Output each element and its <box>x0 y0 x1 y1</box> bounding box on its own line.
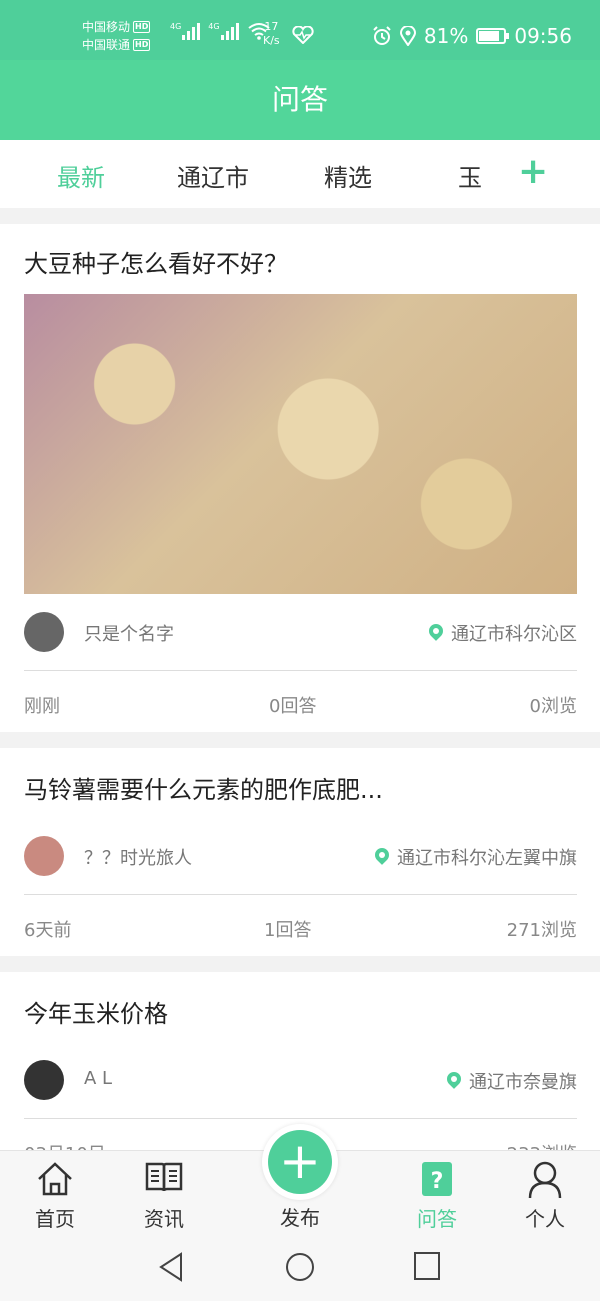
status-right: 81% 09:56 <box>372 24 572 48</box>
system-nav <box>0 1230 600 1301</box>
page-title: 问答 <box>0 60 600 140</box>
person-icon <box>528 1161 562 1199</box>
location-text: 通辽市奈曼旗 <box>469 1072 577 1093</box>
nav-home[interactable]: 首页 <box>15 1151 95 1231</box>
signal-icon: 4G <box>208 22 239 40</box>
location-text: 通辽市科尔沁区 <box>451 624 577 645</box>
avatar[interactable] <box>24 1060 64 1100</box>
location: 通辽市奈曼旗 <box>447 1068 577 1094</box>
view-count: 0浏览 <box>529 696 577 717</box>
nav-qa[interactable]: ? 问答 <box>397 1151 477 1231</box>
author-name: 只是个名字 <box>84 624 174 645</box>
hd-badge: HD <box>133 39 151 51</box>
author-row: ？？时光旅人 通辽市科尔沁左翼中旗 <box>24 836 577 878</box>
battery-percent: 81% <box>423 24 469 48</box>
question-title: 大豆种子怎么看好不好？ <box>24 250 288 278</box>
nav-profile-label: 个人 <box>525 1207 565 1231</box>
add-tab-button[interactable]: + <box>518 150 548 194</box>
nav-profile[interactable]: 个人 <box>505 1151 585 1231</box>
avatar[interactable] <box>24 836 64 876</box>
author-row: A L 通辽市奈曼旗 <box>24 1060 577 1102</box>
carrier-info: 中国移动 HD 中国联通 HD <box>82 18 151 54</box>
svg-text:?: ? <box>431 1169 444 1194</box>
divider <box>24 1118 577 1119</box>
home-circle-icon[interactable] <box>285 1252 315 1282</box>
divider <box>24 670 577 671</box>
signal-icons: 4G 4G <box>170 22 271 40</box>
carrier-1: 中国移动 <box>82 20 131 34</box>
author-name: A L <box>84 1068 113 1089</box>
post-time: 刚刚 <box>24 696 60 717</box>
recents-icon[interactable] <box>414 1252 440 1280</box>
back-icon[interactable] <box>158 1252 184 1282</box>
network-speed: 17 K/s <box>263 20 280 47</box>
category-tabs: 最新 通辽市 精选 玉 + <box>0 140 600 208</box>
publish-button[interactable]: + <box>262 1124 338 1200</box>
question-title: 马铃薯需要什么元素的肥作底肥... <box>24 776 383 804</box>
location-pin-icon <box>375 848 389 866</box>
signal-icon: 4G <box>170 22 201 40</box>
question-title: 今年玉米价格 <box>24 1000 168 1028</box>
plus-icon: + <box>268 1130 332 1194</box>
alarm-icon <box>373 26 391 45</box>
nav-qa-label: 问答 <box>417 1207 457 1231</box>
publish-label: 发布 <box>280 1206 320 1230</box>
location-icon <box>399 26 416 46</box>
carrier-2: 中国联通 <box>82 38 131 52</box>
location: 通辽市科尔沁左翼中旗 <box>375 844 577 870</box>
nav-news-label: 资讯 <box>144 1207 184 1231</box>
answer-count: 1回答 <box>264 920 312 941</box>
tab-tongliao[interactable]: 通辽市 <box>177 158 249 193</box>
post-time: 6天前 <box>24 920 72 941</box>
book-icon <box>145 1162 183 1192</box>
location-text: 通辽市科尔沁左翼中旗 <box>397 848 577 869</box>
question-card[interactable]: 马铃薯需要什么元素的肥作底肥... ？？时光旅人 通辽市科尔沁左翼中旗 6天前 … <box>0 748 600 956</box>
location: 通辽市科尔沁区 <box>429 620 577 646</box>
question-icon: ? <box>422 1162 452 1196</box>
hd-badge: HD <box>133 21 151 33</box>
question-image <box>24 294 577 594</box>
question-card[interactable]: 大豆种子怎么看好不好？ 只是个名字 通辽市科尔沁区 刚刚 0回答 0浏览 <box>0 224 600 732</box>
answer-count: 0回答 <box>269 696 317 717</box>
clock: 09:56 <box>514 24 572 48</box>
heart-monitor-icon <box>292 26 314 44</box>
author-name: ？？时光旅人 <box>84 848 192 869</box>
location-pin-icon <box>429 624 443 642</box>
tab-corn[interactable]: 玉 <box>458 158 484 193</box>
nav-home-label: 首页 <box>35 1207 75 1231</box>
battery-icon <box>476 28 510 44</box>
tab-latest[interactable]: 最新 <box>57 158 105 193</box>
status-bar: 中国移动 HD 中国联通 HD 4G 4G 17 K/s 81% 09:56 <box>0 0 600 60</box>
author-row: 只是个名字 通辽市科尔沁区 <box>24 612 577 654</box>
tab-featured[interactable]: 精选 <box>324 158 372 193</box>
nav-news[interactable]: 资讯 <box>124 1151 204 1231</box>
avatar[interactable] <box>24 612 64 652</box>
view-count: 271浏览 <box>506 920 577 941</box>
divider <box>24 894 577 895</box>
location-pin-icon <box>447 1072 461 1090</box>
home-icon <box>38 1162 72 1196</box>
